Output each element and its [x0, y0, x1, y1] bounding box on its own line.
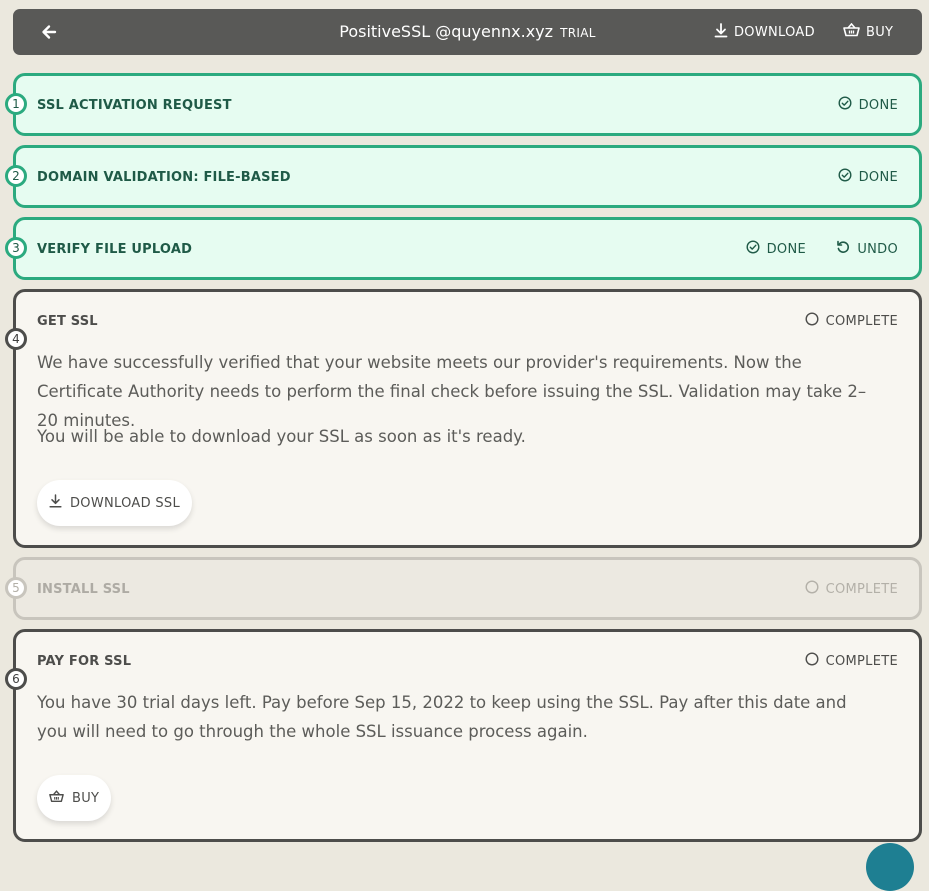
- download-icon: [49, 494, 62, 512]
- step-card-5: 5 INSTALL SSL COMPLETE: [5, 557, 922, 620]
- step-card-3[interactable]: 3 VERIFY FILE UPLOAD DONE UNDO: [5, 217, 922, 280]
- step-number: 2: [5, 165, 27, 187]
- certificate-name: PositiveSSL @quyennx.xyz: [339, 22, 554, 41]
- step-card-4: 4 GET SSL COMPLETE We have successfully …: [5, 289, 922, 548]
- step-card-2[interactable]: 2 DOMAIN VALIDATION: FILE-BASED DONE: [5, 145, 922, 208]
- status-label: COMPLETE: [825, 313, 898, 329]
- basket-icon: [49, 789, 64, 807]
- step-title: DOMAIN VALIDATION: FILE-BASED: [37, 170, 291, 185]
- step-number: 1: [5, 93, 27, 115]
- step-title: SSL ACTIVATION REQUEST: [37, 98, 232, 113]
- check-circle-icon: [838, 168, 852, 186]
- step-card-1[interactable]: 1 SSL ACTIVATION REQUEST DONE: [5, 73, 922, 136]
- step-title: INSTALL SSL: [37, 582, 130, 597]
- empty-circle-icon: [805, 580, 819, 598]
- step-number: 4: [5, 328, 27, 350]
- header-download-button[interactable]: DOWNLOAD: [714, 9, 815, 55]
- undo-button[interactable]: UNDO: [836, 240, 898, 258]
- basket-icon: [843, 22, 860, 41]
- step-status: DONE: [746, 240, 806, 258]
- step-status: DONE: [838, 96, 898, 114]
- step-card-6: 6 PAY FOR SSL COMPLETE You have 30 trial…: [5, 629, 922, 842]
- buy-label: BUY: [866, 24, 894, 40]
- step-status[interactable]: COMPLETE: [805, 312, 898, 330]
- step-note: You will be able to download your SSL as…: [37, 427, 526, 446]
- step-title: GET SSL: [37, 314, 98, 329]
- step-number: 3: [5, 237, 27, 259]
- step-status[interactable]: COMPLETE: [805, 652, 898, 670]
- status-label: DONE: [766, 241, 806, 257]
- undo-label: UNDO: [857, 241, 898, 257]
- trial-tag: TRIAL: [560, 26, 596, 40]
- step-status: COMPLETE: [805, 580, 898, 598]
- app-header: PositiveSSL @quyennx.xyz TRIAL DOWNLOAD …: [13, 9, 922, 55]
- undo-icon: [836, 240, 850, 258]
- step-number: 5: [5, 577, 27, 599]
- empty-circle-icon: [805, 312, 819, 330]
- step-status: DONE: [838, 168, 898, 186]
- status-label: DONE: [858, 169, 898, 185]
- step-title: PAY FOR SSL: [37, 654, 132, 669]
- step-description: You have 30 trial days left. Pay before …: [37, 693, 847, 741]
- download-label: DOWNLOAD: [734, 24, 815, 40]
- status-label: COMPLETE: [825, 581, 898, 597]
- download-icon: [714, 22, 728, 42]
- check-circle-icon: [746, 240, 760, 258]
- download-ssl-label: DOWNLOAD SSL: [70, 495, 180, 511]
- status-label: COMPLETE: [825, 653, 898, 669]
- back-arrow-icon[interactable]: [39, 22, 59, 42]
- buy-ssl-button[interactable]: BUY: [37, 775, 112, 821]
- download-ssl-button[interactable]: DOWNLOAD SSL: [37, 480, 192, 526]
- step-number: 6: [5, 668, 27, 690]
- header-buy-button[interactable]: BUY: [843, 9, 893, 55]
- empty-circle-icon: [805, 652, 819, 670]
- check-circle-icon: [838, 96, 852, 114]
- chat-widget-button[interactable]: [866, 843, 914, 891]
- step-title: VERIFY FILE UPLOAD: [37, 242, 193, 257]
- status-label: DONE: [858, 97, 898, 113]
- buy-ssl-label: BUY: [72, 790, 100, 806]
